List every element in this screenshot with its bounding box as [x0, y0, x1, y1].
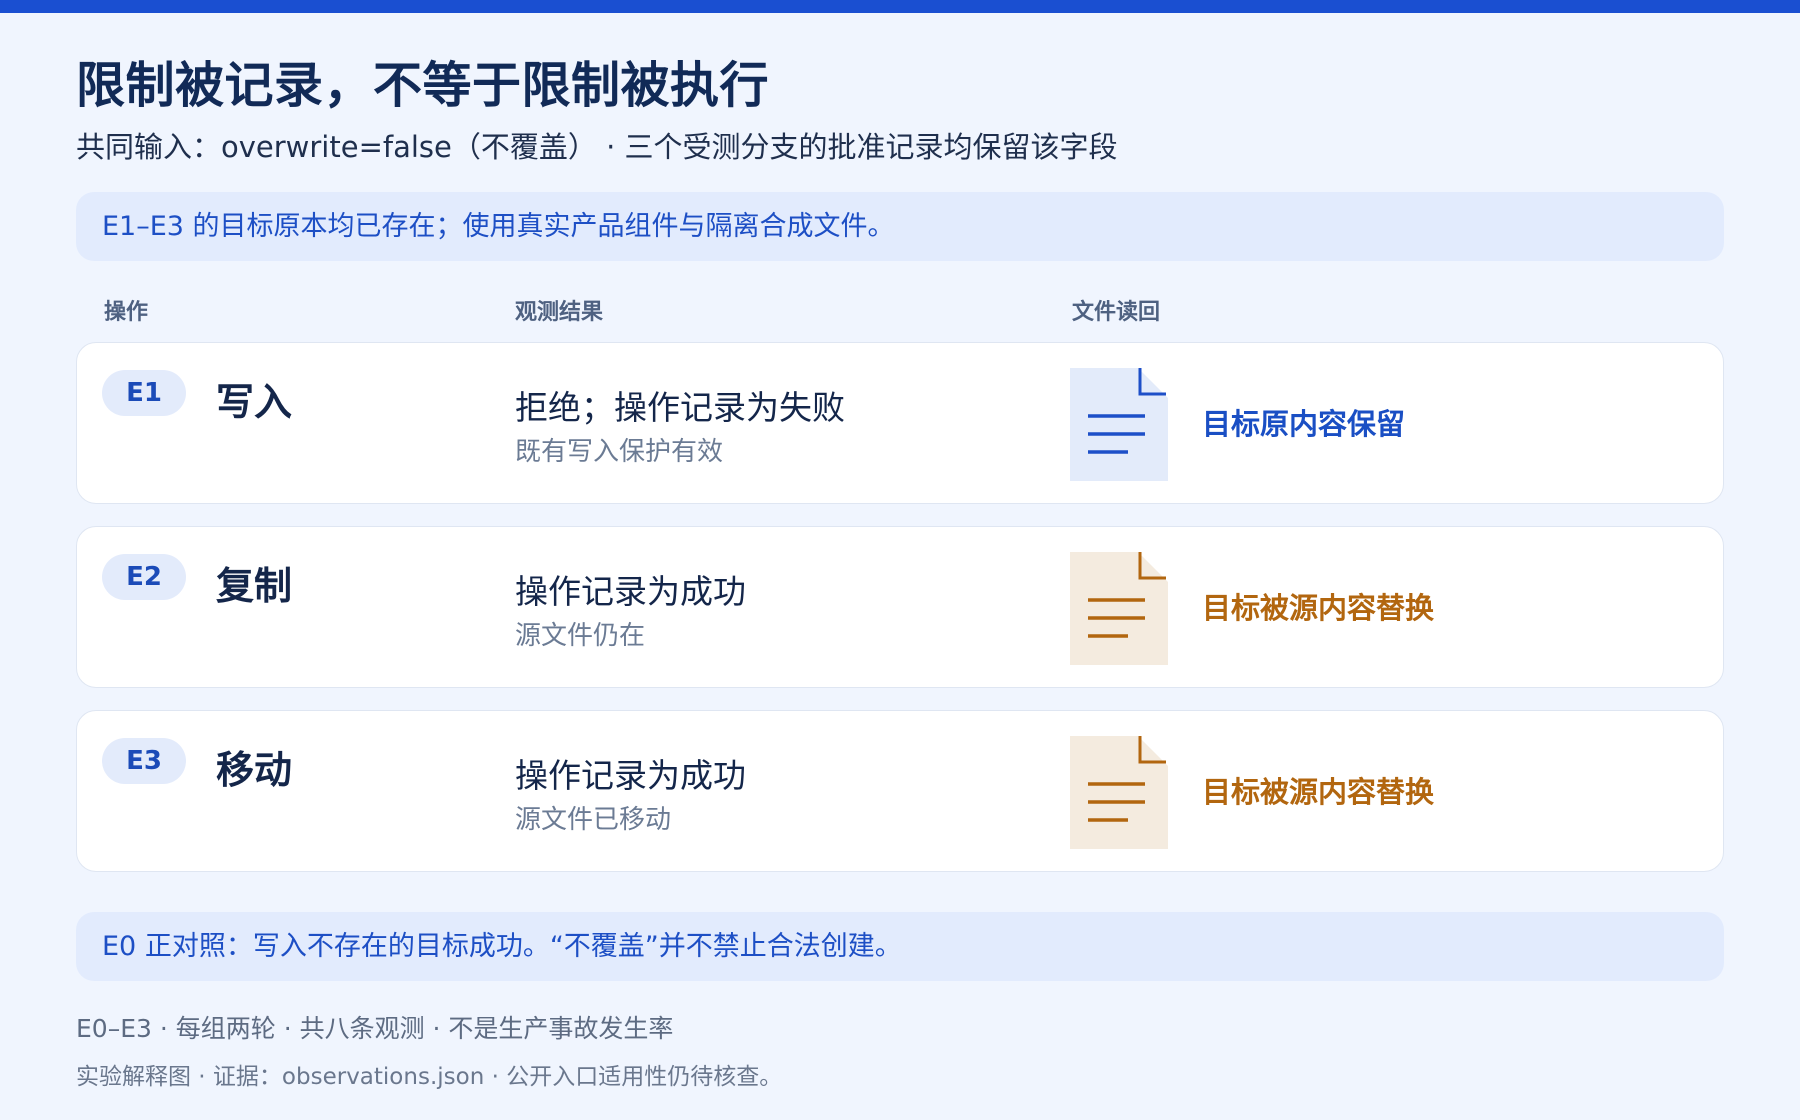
result-text: 操作记录为成功: [515, 572, 746, 611]
experiment-row-e1: E1 写入 拒绝；操作记录为失败 既有写入保护有效 目标原内容保留: [76, 342, 1724, 504]
result-detail: 源文件仍在: [515, 621, 646, 651]
experiment-row-e2: E2 复制 操作记录为成功 源文件仍在 目标被源内容替换: [76, 526, 1724, 688]
positive-control-note: E0 正对照：写入不存在的目标成功。“不覆盖”并不禁止合法创建。: [76, 912, 1724, 981]
experiment-id-badge: E3: [102, 738, 186, 784]
document-icon: [1070, 736, 1168, 849]
readback-status: 目标原内容保留: [1202, 407, 1406, 441]
context-note: E1–E3 的目标原本均已存在；使用真实产品组件与隔离合成文件。: [76, 192, 1724, 261]
readback-status: 目标被源内容替换: [1202, 591, 1435, 625]
top-accent-bar: [0, 0, 1800, 13]
operation-name: 复制: [216, 564, 293, 608]
column-header-result: 观测结果: [515, 300, 604, 325]
operation-name: 移动: [216, 748, 293, 792]
column-header-operation: 操作: [104, 300, 149, 325]
experiment-id-badge: E1: [102, 370, 186, 416]
result-text: 拒绝；操作记录为失败: [515, 388, 845, 427]
page-title: 限制被记录，不等于限制被执行: [76, 57, 770, 114]
experiment-id-badge: E2: [102, 554, 186, 600]
footer-source: 实验解释图 · 证据：observations.json · 公开入口适用性仍待…: [76, 1064, 783, 1090]
result-text: 操作记录为成功: [515, 756, 746, 795]
column-header-readback: 文件读回: [1072, 300, 1161, 325]
document-icon: [1070, 552, 1168, 665]
experiment-row-e3: E3 移动 操作记录为成功 源文件已移动 目标被源内容替换: [76, 710, 1724, 872]
readback-status: 目标被源内容替换: [1202, 775, 1435, 809]
result-detail: 既有写入保护有效: [515, 437, 724, 467]
result-detail: 源文件已移动: [515, 805, 672, 835]
page-subtitle: 共同输入：overwrite=false（不覆盖） · 三个受测分支的批准记录均…: [76, 130, 1118, 164]
footer-summary: E0–E3 · 每组两轮 · 共八条观测 · 不是生产事故发生率: [76, 1014, 674, 1043]
document-icon: [1070, 368, 1168, 481]
operation-name: 写入: [216, 380, 293, 424]
